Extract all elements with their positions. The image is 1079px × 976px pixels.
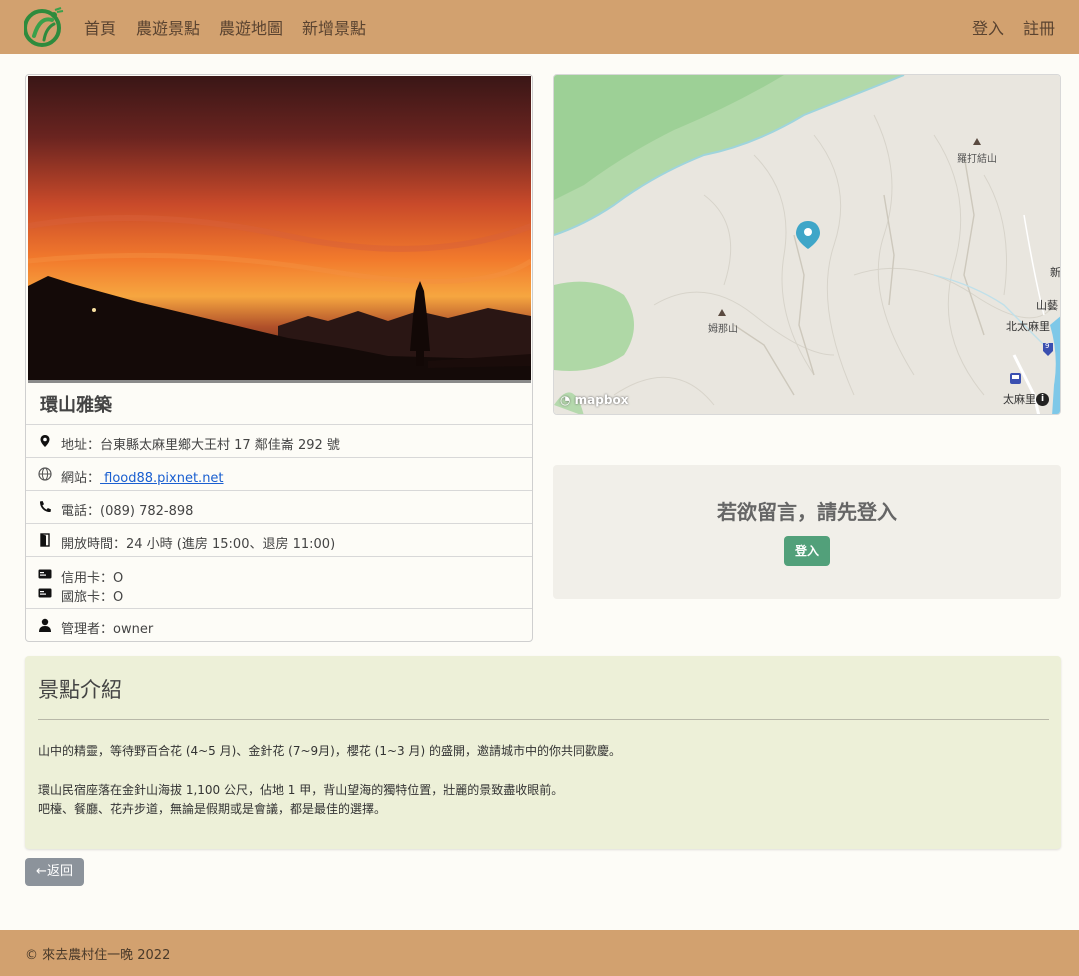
intro-paragraph-2: 環山民宿座落在金針山海拔 1,100 公尺，佔地 1 甲，背山望海的獨特位置，壯… <box>38 783 564 797</box>
map-label-town1: 新 <box>1050 266 1061 279</box>
globe-icon <box>38 467 52 481</box>
map-label-town4: 太麻里 <box>1003 393 1036 406</box>
website-row: 網站： flood88.pixnet.net <box>26 457 532 491</box>
logo-icon[interactable] <box>24 6 64 48</box>
map-pin-icon <box>40 435 50 447</box>
travel-card-icon <box>38 588 52 598</box>
route-number: 9 <box>1045 342 1050 350</box>
comment-login-button[interactable]: 登入 <box>784 536 830 566</box>
intro-divider <box>38 719 1049 720</box>
travel-card-text: 國旅卡：O <box>61 590 124 605</box>
nav-login[interactable]: 登入 <box>972 15 1004 39</box>
location-map[interactable]: 羅打結山 姆那山 新 山藝 北太麻里 太麻里 9 ◔ mapbox i <box>553 74 1061 415</box>
address-text: 地址：台東縣太麻里鄉大王村 17 鄰佳崙 292 號 <box>61 438 340 453</box>
user-icon <box>39 618 51 632</box>
nav-home[interactable]: 首頁 <box>84 15 116 39</box>
navbar: 首頁 農遊景點 農遊地圖 新增景點 登入 註冊 <box>0 0 1079 54</box>
footer: © 來去農村住一晚 2022 <box>0 930 1079 976</box>
hours-text: 開放時間：24 小時 (進房 15:00、退房 11:00) <box>61 537 336 552</box>
spot-info-card: 環山雅築 地址：台東縣太麻里鄉大王村 17 鄰佳崙 292 號 網站： floo… <box>25 74 533 642</box>
spot-introduction: 景點介紹 山中的精靈，等待野百合花 (4~5 月)、金針花 (7~9月)，櫻花 … <box>25 656 1061 849</box>
payment-row: 信用卡：O 國旅卡：O <box>26 556 532 608</box>
mapbox-text: mapbox <box>574 393 629 407</box>
mapbox-circle-icon: ◔ <box>560 393 571 407</box>
nav-add-spot[interactable]: 新增景點 <box>302 15 366 39</box>
comment-message: 若欲留言，請先登入 <box>717 500 897 524</box>
footer-copyright: © 來去農村住一晚 2022 <box>25 948 171 963</box>
spot-name: 環山雅築 <box>40 395 112 416</box>
phone-row: 電話：(089) 782-898 <box>26 490 532 524</box>
map-label-town2: 山藝 <box>1036 299 1058 312</box>
nav-map[interactable]: 農遊地圖 <box>219 15 283 39</box>
manager-row: 管理者：owner <box>26 608 532 641</box>
website-label: 網站： <box>61 471 101 486</box>
nav-spots[interactable]: 農遊景點 <box>136 15 200 39</box>
intro-paragraph-3: 吧檯、餐廳、花卉步道，無論是假期或是會議，都是最佳的選擇。 <box>38 802 387 816</box>
map-canvas[interactable] <box>554 75 1061 415</box>
phone-text: 電話：(089) 782-898 <box>61 504 194 519</box>
map-label-peak1: 羅打結山 <box>957 154 997 165</box>
phone-icon <box>39 501 51 513</box>
map-label-town3: 北太麻里 <box>1006 320 1050 333</box>
credit-card-icon <box>38 569 52 579</box>
door-icon <box>40 533 50 547</box>
spot-photo <box>28 76 531 382</box>
address-row: 地址：台東縣太麻里鄉大王村 17 鄰佳崙 292 號 <box>26 424 532 458</box>
back-button[interactable]: ←返回 <box>25 858 84 886</box>
hours-row: 開放時間：24 小時 (進房 15:00、退房 11:00) <box>26 523 532 557</box>
comment-login-prompt: 若欲留言，請先登入 登入 <box>553 465 1061 599</box>
manager-text: 管理者：owner <box>61 622 154 637</box>
intro-paragraph-1: 山中的精靈，等待野百合花 (4~5 月)、金針花 (7~9月)，櫻花 (1~3 … <box>38 744 621 758</box>
intro-title: 景點介紹 <box>38 678 122 702</box>
nav-register[interactable]: 註冊 <box>1023 15 1055 39</box>
credit-card-text: 信用卡：O <box>61 571 124 586</box>
map-label-peak2: 姆那山 <box>708 324 738 335</box>
map-info-icon[interactable]: i <box>1036 393 1049 406</box>
website-link[interactable]: flood88.pixnet.net <box>100 471 223 486</box>
mapbox-logo[interactable]: ◔ mapbox <box>560 393 628 407</box>
